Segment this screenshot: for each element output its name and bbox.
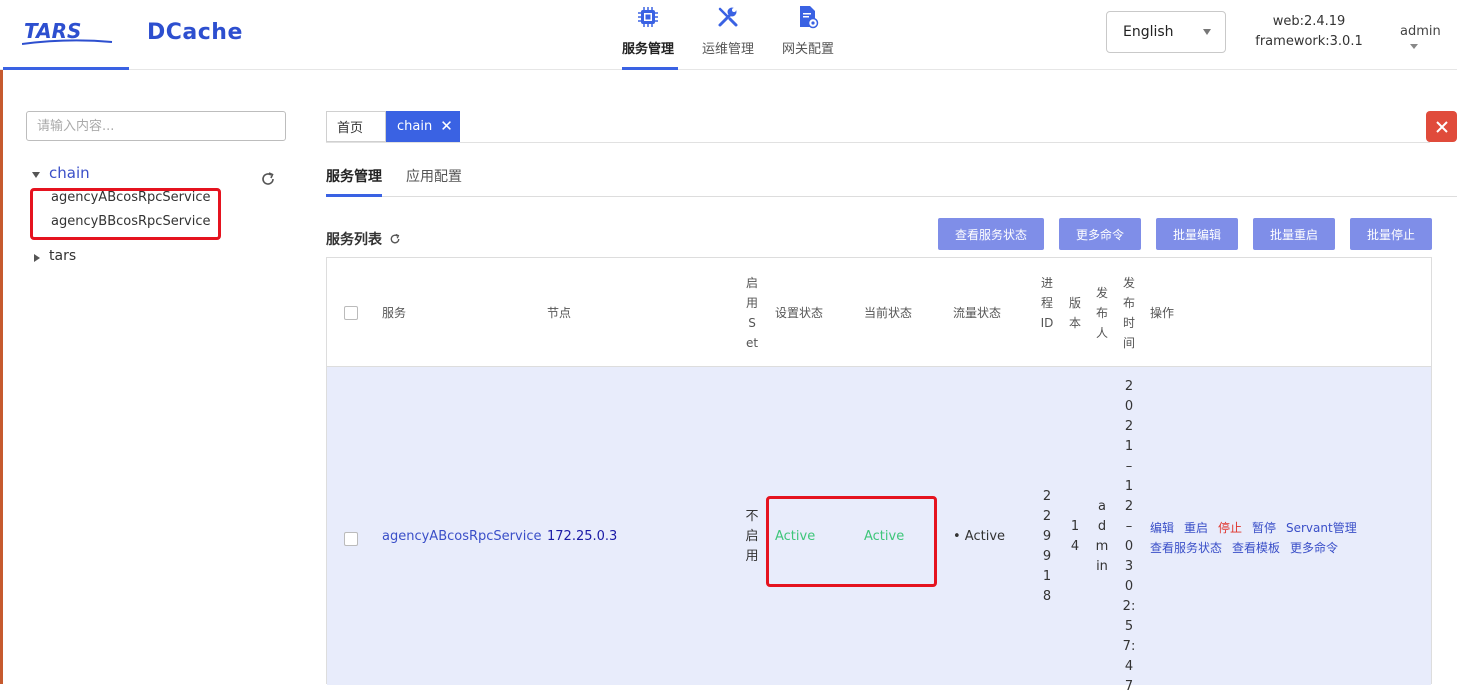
document-gear-icon (795, 4, 821, 30)
username: admin (1400, 24, 1441, 39)
pid-value: 229918 (1042, 489, 1052, 604)
service-name-link[interactable]: agencyABcosRpcService (382, 529, 541, 544)
tab-bar-divider (326, 142, 1430, 143)
node-ip-link[interactable]: 172.25.0.3 (547, 529, 617, 544)
servant-management-link[interactable]: Servant管理 (1286, 519, 1357, 536)
row-checkbox[interactable] (344, 532, 358, 546)
collapse-caret-icon[interactable] (34, 254, 40, 262)
language-value: English (1123, 24, 1174, 40)
batch-edit-button[interactable]: 批量编辑 (1156, 218, 1238, 250)
view-service-status-link[interactable]: 查看服务状态 (1150, 539, 1222, 556)
flow-state-value: • Active (953, 529, 1006, 544)
service-list-title: 服务列表 (326, 229, 401, 249)
col-node: 节点 (547, 306, 572, 320)
tree-search-input[interactable] (26, 111, 286, 141)
nav-service-management[interactable]: 服务管理 (622, 4, 674, 57)
more-commands-button[interactable]: 更多命令 (1059, 218, 1141, 250)
language-select[interactable]: English (1106, 11, 1226, 53)
svg-text:TARS: TARS (24, 19, 81, 43)
restart-link[interactable]: 重启 (1184, 519, 1208, 536)
col-publisher: 发布人 (1095, 286, 1108, 340)
view-template-link[interactable]: 查看模板 (1232, 539, 1280, 556)
tree-node-service[interactable]: agencyABcosRpcService (51, 190, 210, 205)
subtab-divider (326, 196, 1457, 197)
nav-active-underline (622, 67, 678, 70)
stop-link[interactable]: 停止 (1218, 519, 1242, 536)
close-all-tabs-button[interactable] (1426, 111, 1457, 142)
tree-node-tars[interactable]: tars (49, 248, 76, 264)
top-header: TARS DCache 服务管理 运维管理 网关配置 English web:2… (0, 0, 1457, 70)
refresh-icon[interactable] (260, 171, 276, 187)
version-value: 14 (1070, 519, 1080, 554)
table-row: agencyABcosRpcService 172.25.0.3 不启用 Act… (327, 367, 1431, 694)
col-service: 服务 (382, 306, 407, 320)
version-web: web:2.4.19 (1272, 14, 1346, 29)
publish-time-value: 2021–12–03 02:57:47 (1122, 379, 1136, 694)
window-edge-strip (0, 0, 3, 684)
col-publish-time: 发布时间 (1122, 276, 1135, 350)
wrench-icon (715, 4, 741, 30)
table-header: 服务 节点 启用Set 设置状态 当前状态 流量状态 进程ID 版本 发布人 发… (327, 258, 1431, 367)
nav-label: 服务管理 (622, 42, 675, 57)
col-enable-set: 启用Set (745, 276, 759, 350)
col-current-state: 当前状态 (864, 306, 913, 320)
view-service-status-button[interactable]: 查看服务状态 (938, 218, 1044, 250)
edit-link[interactable]: 编辑 (1150, 519, 1174, 536)
col-operations: 操作 (1150, 306, 1175, 320)
col-flow-state: 流量状态 (953, 306, 1002, 320)
service-list-title-text: 服务列表 (326, 232, 382, 248)
col-version: 版本 (1068, 296, 1081, 330)
select-all-checkbox[interactable] (344, 306, 358, 320)
close-icon (1435, 120, 1448, 133)
chevron-down-icon (1203, 29, 1211, 35)
tab-label: chain (397, 119, 433, 134)
subtab-service-management[interactable]: 服务管理 (326, 166, 382, 186)
version-framework: framework:3.0.1 (1255, 34, 1363, 49)
chip-icon (635, 4, 661, 30)
tars-logo[interactable]: TARS (22, 18, 114, 48)
batch-stop-button[interactable]: 批量停止 (1350, 218, 1432, 250)
subtab-app-config[interactable]: 应用配置 (406, 166, 462, 186)
col-set-state: 设置状态 (775, 306, 824, 320)
tab-label: 首页 (337, 121, 364, 136)
tab-home[interactable]: 首页 (326, 111, 386, 142)
batch-restart-button[interactable]: 批量重启 (1253, 218, 1335, 250)
chevron-down-icon (1410, 44, 1418, 49)
current-state-value: Active (864, 529, 905, 544)
tree-node-chain[interactable]: chain (49, 164, 90, 182)
nav-label: 网关配置 (782, 42, 835, 57)
publisher-value: admin (1095, 499, 1109, 574)
subtab-active-underline (326, 194, 382, 197)
dcache-logo[interactable]: DCache (147, 20, 243, 45)
nav-ops-management[interactable]: 运维管理 (702, 4, 754, 57)
enable-set-value: 不启用 (745, 509, 759, 564)
tab-chain[interactable]: chain ✕ (386, 111, 460, 142)
more-commands-link[interactable]: 更多命令 (1290, 539, 1338, 556)
expand-caret-icon[interactable] (32, 172, 40, 178)
close-icon[interactable]: ✕ (440, 119, 453, 134)
tree-node-service[interactable]: agencyBBcosRpcService (51, 214, 211, 229)
nav-gateway-config[interactable]: 网关配置 (782, 4, 834, 57)
service-table: 服务 节点 启用Set 设置状态 当前状态 流量状态 进程ID 版本 发布人 发… (326, 257, 1432, 694)
pause-link[interactable]: 暂停 (1252, 519, 1276, 536)
col-pid: 进程ID (1040, 276, 1054, 330)
nav-label: 运维管理 (702, 42, 755, 57)
set-state-value: Active (775, 529, 816, 544)
user-menu[interactable]: admin (1400, 24, 1457, 54)
logo-active-underline (3, 67, 129, 70)
refresh-icon[interactable] (389, 233, 401, 245)
version-info: web:2.4.19 framework:3.0.1 (1250, 12, 1368, 52)
